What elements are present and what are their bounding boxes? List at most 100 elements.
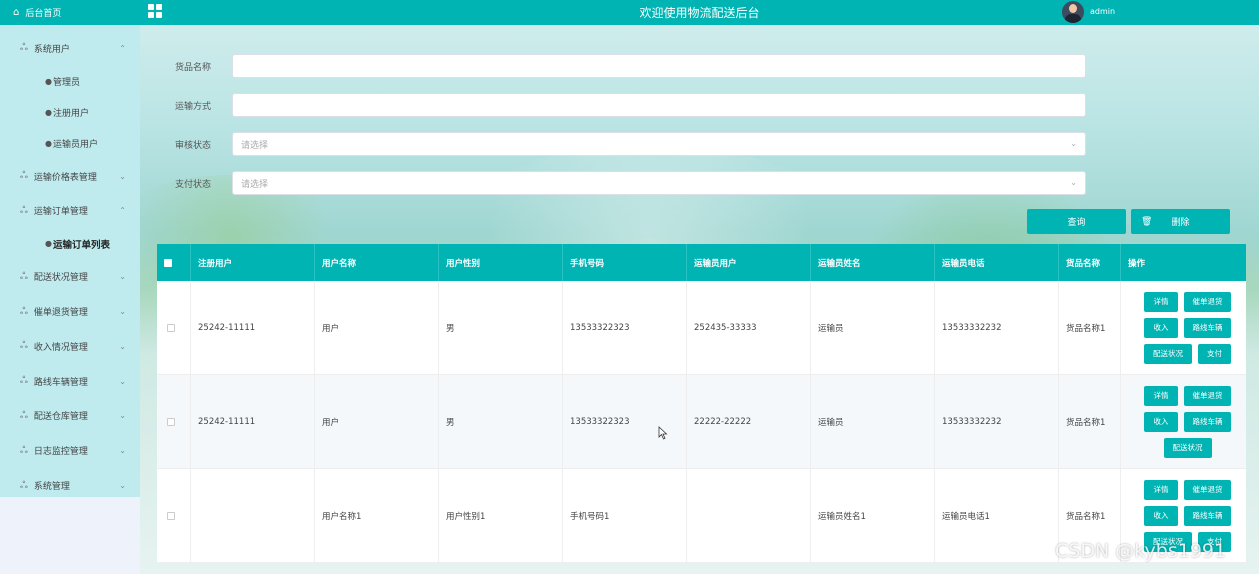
sidebar-item-price-table[interactable]: ஃ 运输价格表管理 ⌄ [0, 159, 140, 194]
column-header: 操作 [1128, 258, 1146, 269]
user-icon: ஃ [20, 204, 28, 216]
table-cell: 运输员电话1 [935, 469, 1059, 562]
sidebar: ⌂ 后台首页 ஃ 系统用户 ⌃ ● 管理员 ● 注册用户 ● 运输员用户 ஃ 运输价格… [0, 0, 140, 574]
row-actions: 详情 催单退货 收入 路线车辆 配送状况 支付 [1121, 281, 1246, 374]
pin-icon: ● [45, 239, 52, 249]
table-cell: 13533332232 [935, 281, 1059, 374]
chevron-down-icon: ⌄ [119, 307, 126, 317]
chevron-up-icon: ⌃ [119, 43, 126, 53]
watermark: CSDN @kybs1991 [1055, 540, 1227, 562]
row-checkbox[interactable] [167, 323, 175, 332]
chevron-down-icon: ⌄ [1070, 178, 1077, 187]
row-actions: 详情 催单退货 收入 路线车辆 配送状况 [1121, 375, 1246, 468]
main-content: 货品名称 运输方式 审核状态 请选择 ⌄ 支付状态 请选择 ⌄ 查询 🗑 删除 … [140, 25, 1259, 574]
row-checkbox[interactable] [167, 511, 175, 520]
review-status-select[interactable]: 请选择 ⌄ [232, 132, 1086, 156]
urge-return-button[interactable]: 催单退货 [1184, 291, 1231, 312]
chevron-down-icon: ⌄ [119, 171, 126, 181]
sidebar-item-urge-return[interactable]: ஃ 催单退货管理 ⌄ [0, 294, 140, 329]
sidebar-item-income[interactable]: ஃ 收入情况管理 ⌄ [0, 329, 140, 364]
delete-button[interactable]: 🗑 删除 [1131, 209, 1230, 234]
table-header: 注册用户 用户名称 用户性别 手机号码 运输员用户 运输员姓名 运输员电话 货品… [157, 244, 1246, 281]
table-cell: 用户名称1 [315, 469, 439, 562]
table-cell: 13533322323 [563, 281, 687, 374]
pay-button[interactable]: 支付 [1198, 343, 1231, 364]
pin-icon: ● [45, 107, 52, 117]
route-vehicle-button[interactable]: 路线车辆 [1184, 411, 1231, 432]
user-icon: ஃ [20, 444, 28, 456]
sidebar-home[interactable]: ⌂ 后台首页 [0, 0, 140, 25]
orders-table: 注册用户 用户名称 用户性别 手机号码 运输员用户 运输员姓名 运输员电话 货品… [157, 244, 1246, 563]
goods-name-input[interactable] [232, 54, 1086, 78]
pin-icon: ● [45, 76, 52, 86]
filter-transport-method: 运输方式 [175, 93, 1086, 117]
transport-method-input[interactable] [232, 93, 1086, 117]
route-vehicle-button[interactable]: 路线车辆 [1184, 317, 1231, 338]
delivery-status-button[interactable]: 配送状况 [1163, 437, 1212, 458]
table-cell: 货品名称1 [1059, 281, 1121, 374]
chevron-down-icon: ⌄ [119, 446, 126, 456]
table-cell: 25242-11111 [191, 281, 315, 374]
table-cell: 男 [439, 375, 563, 468]
user-icon: ஃ [20, 42, 28, 54]
table-cell: 13533322323 [563, 375, 687, 468]
column-header: 运输员用户 [687, 244, 811, 281]
home-icon: ⌂ [13, 7, 20, 18]
row-checkbox[interactable] [167, 417, 175, 426]
select-all-cell[interactable] [157, 244, 191, 281]
sidebar-subitem-transporter-users[interactable]: ● 运输员用户 [0, 128, 140, 159]
table-row: 25242-11111 用户 男 13533322323 252435-3333… [157, 281, 1246, 375]
column-header: 运输员电话 [935, 244, 1059, 281]
chevron-down-icon: ⌄ [119, 272, 126, 282]
chevron-down-icon: ⌄ [1070, 139, 1077, 148]
sidebar-item-log-monitor[interactable]: ஃ 日志监控管理 ⌄ [0, 433, 140, 468]
chevron-up-icon: ⌃ [119, 206, 126, 216]
select-all-checkbox[interactable] [164, 258, 172, 267]
chevron-down-icon: ⌄ [119, 341, 126, 351]
column-header: 用户性别 [439, 244, 563, 281]
sidebar-item-delivery-status[interactable]: ஃ 配送状况管理 ⌄ [0, 259, 140, 294]
income-button[interactable]: 收入 [1144, 317, 1178, 338]
table-cell: 货品名称1 [1059, 375, 1121, 468]
delivery-status-button[interactable]: 配送状况 [1144, 343, 1192, 364]
detail-button[interactable]: 详情 [1144, 385, 1178, 406]
detail-button[interactable]: 详情 [1144, 291, 1178, 312]
username[interactable]: admin [1090, 7, 1115, 16]
table-cell: 25242-11111 [191, 375, 315, 468]
table-cell [191, 469, 315, 562]
income-button[interactable]: 收入 [1144, 505, 1178, 526]
sidebar-subitem-registered-users[interactable]: ● 注册用户 [0, 97, 140, 128]
detail-button[interactable]: 详情 [1144, 479, 1178, 500]
urge-return-button[interactable]: 催单退货 [1184, 479, 1231, 500]
sidebar-item-system-manage[interactable]: ஃ 系统管理 ⌄ [0, 468, 140, 503]
table-row: 25242-11111 用户 男 13533322323 22222-22222… [157, 375, 1246, 469]
sidebar-item-system-users[interactable]: ஃ 系统用户 ⌃ [0, 31, 140, 66]
chevron-down-icon: ⌄ [119, 481, 126, 491]
user-icon: ஃ [20, 340, 28, 352]
top-header: 欢迎使用物流配送后台 admin [140, 0, 1259, 25]
user-icon: ஃ [20, 305, 28, 317]
user-icon: ஃ [20, 270, 28, 282]
sidebar-item-orders[interactable]: ஃ 运输订单管理 ⌃ [0, 194, 140, 229]
sidebar-item-warehouse[interactable]: ஃ 配送仓库管理 ⌄ [0, 399, 140, 434]
urge-return-button[interactable]: 催单退货 [1184, 385, 1231, 406]
table-cell: 运输员姓名1 [811, 469, 935, 562]
table-cell: 男 [439, 281, 563, 374]
payment-status-select[interactable]: 请选择 ⌄ [232, 171, 1086, 195]
mouse-cursor-icon [658, 426, 668, 440]
user-icon: ஃ [20, 170, 28, 182]
income-button[interactable]: 收入 [1144, 411, 1178, 432]
table-cell: 运输员 [811, 281, 935, 374]
column-header: 运输员姓名 [811, 244, 935, 281]
sidebar-subitem-order-list[interactable]: ● 运输订单列表 [0, 228, 140, 259]
sidebar-item-route-vehicle[interactable]: ஃ 路线车辆管理 ⌄ [0, 364, 140, 399]
sidebar-subitem-admin[interactable]: ● 管理员 [0, 66, 140, 97]
sidebar-home-label: 后台首页 [25, 9, 62, 19]
avatar[interactable] [1062, 1, 1084, 23]
route-vehicle-button[interactable]: 路线车辆 [1184, 505, 1231, 526]
column-header: 注册用户 [191, 244, 315, 281]
search-button[interactable]: 查询 [1027, 209, 1126, 234]
user-icon: ஃ [20, 375, 28, 387]
table-cell: 运输员 [811, 375, 935, 468]
pin-icon: ● [45, 138, 52, 148]
